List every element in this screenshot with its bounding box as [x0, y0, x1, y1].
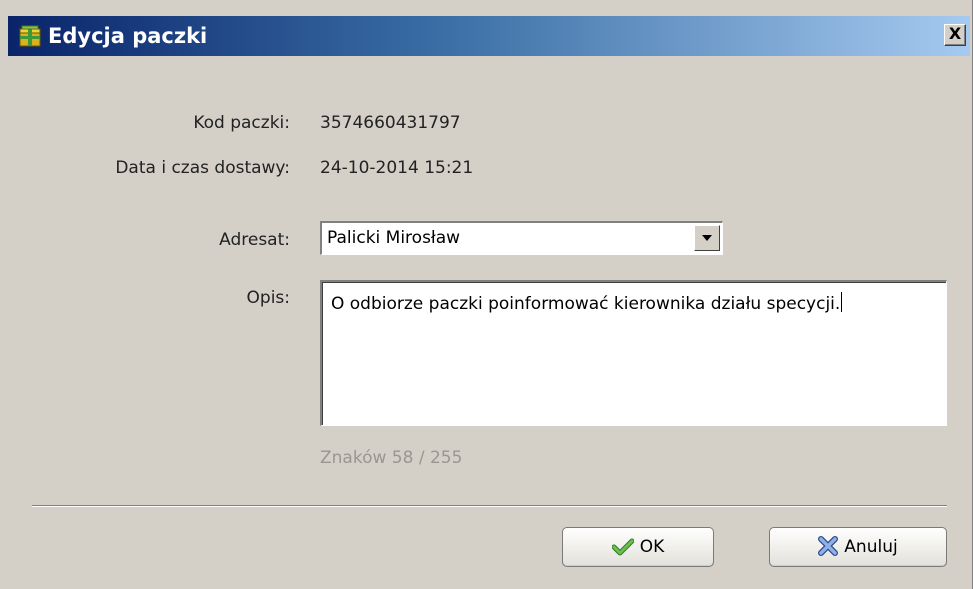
- x-icon: [818, 536, 839, 556]
- cancel-button[interactable]: Anuluj: [769, 527, 947, 567]
- package-code-label: Kod paczki:: [193, 113, 290, 133]
- description-textarea[interactable]: O odbiorze paczki poinformować kierownik…: [320, 280, 947, 426]
- close-icon: X: [948, 24, 962, 43]
- chevron-down-icon[interactable]: [694, 225, 720, 251]
- recipient-select[interactable]: Palicki Mirosław: [320, 221, 723, 255]
- description-text: O odbiorze paczki poinformować kierownik…: [331, 294, 841, 314]
- package-code-value: 3574660431797: [320, 113, 461, 133]
- cancel-label: Anuluj: [844, 537, 898, 557]
- dialog-title: Edycja paczki: [48, 24, 208, 48]
- ok-button[interactable]: OK: [562, 527, 714, 567]
- delivery-value: 24-10-2014 15:21: [320, 158, 474, 178]
- ok-label: OK: [639, 537, 665, 557]
- recipient-selected-value: Palicki Mirosław: [327, 228, 461, 248]
- description-label: Opis:: [246, 288, 290, 308]
- title-bar[interactable]: Edycja paczki X: [8, 16, 970, 56]
- checkmark-icon: [611, 538, 634, 556]
- text-caret: [841, 292, 843, 312]
- char-counter: Znaków 58 / 255: [320, 448, 463, 468]
- package-icon: [19, 25, 41, 47]
- dialog-window: Edycja paczki X Kod paczki: 357466043179…: [0, 0, 973, 589]
- close-button[interactable]: X: [944, 24, 966, 46]
- delivery-label: Data i czas dostawy:: [115, 158, 290, 178]
- separator-line: [32, 505, 947, 507]
- recipient-label: Adresat:: [219, 230, 290, 250]
